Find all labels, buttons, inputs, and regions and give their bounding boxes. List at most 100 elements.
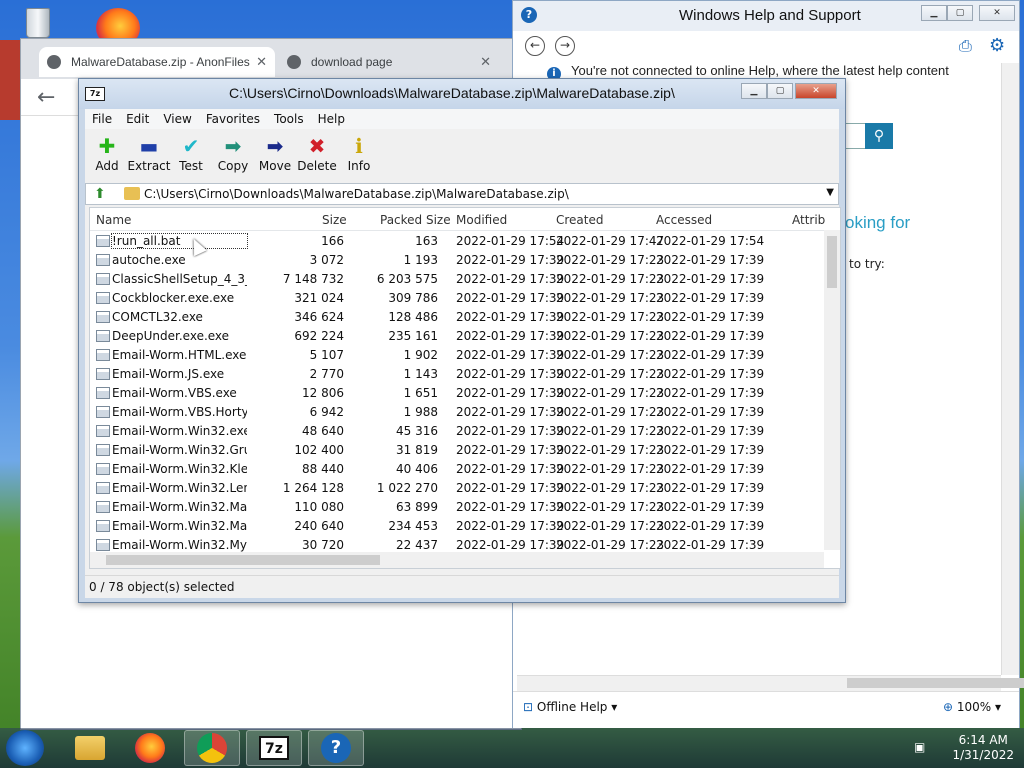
firefox-icon[interactable] xyxy=(122,730,178,766)
col-packed-size[interactable]: Packed Size xyxy=(380,213,451,227)
7zip-icon[interactable]: 7z xyxy=(246,730,302,766)
file-modified: 2022-01-29 17:39 xyxy=(456,329,565,343)
table-row[interactable]: COMCTL32.exe 346 624 128 486 2022-01-29 17:… xyxy=(90,308,830,327)
help-logo-icon: ? xyxy=(521,7,537,23)
file-icon xyxy=(96,292,110,304)
menu-help[interactable]: Help xyxy=(311,112,352,126)
copy-button[interactable]: ➡ Copy xyxy=(211,133,255,179)
address-bar[interactable]: ⬆ C:\Users\Cirno\Downloads\MalwareDataba… xyxy=(85,183,839,205)
add-button[interactable]: ✚ Add xyxy=(85,133,129,179)
maximize-button[interactable]: ▢ xyxy=(947,5,973,21)
menu-tools[interactable]: Tools xyxy=(267,112,311,126)
file-name: Email-Worm.Win32.Myl... xyxy=(112,538,247,552)
search-icon[interactable]: ⚲ xyxy=(865,123,893,149)
close-tab-icon[interactable]: ✕ xyxy=(480,54,491,70)
table-row[interactable]: Email-Worm.JS.exe 2 770 1 143 2022-01-29 17… xyxy=(90,365,830,384)
table-row[interactable]: Email-Worm.Win32.Len... 1 264 128 1 022 27… xyxy=(90,479,830,498)
back-arrow-icon[interactable]: ← xyxy=(37,85,55,110)
horizontal-scrollbar[interactable] xyxy=(90,552,824,568)
table-row[interactable]: Email-Worm.Win32.Ma... 110 080 63 899 2022-… xyxy=(90,498,830,517)
table-row[interactable]: Email-Worm.VBS.Horty.... 6 942 1 988 2022-0… xyxy=(90,403,830,422)
file-packed-size: 31 819 xyxy=(396,443,438,457)
close-tab-icon[interactable]: ✕ xyxy=(256,54,267,70)
zoom-level: 100% xyxy=(956,700,992,714)
col-name[interactable]: Name xyxy=(96,213,131,227)
offline-help-label: Offline Help xyxy=(536,700,608,714)
explorer-icon[interactable] xyxy=(62,730,118,766)
maximize-button[interactable]: ▢ xyxy=(767,83,793,99)
table-row[interactable]: Email-Worm.Win32.Gru... 102 400 31 819 2022… xyxy=(90,441,830,460)
search-input[interactable] xyxy=(843,123,866,149)
test-button[interactable]: ✔ Test xyxy=(169,133,213,179)
table-row[interactable]: Email-Worm.VBS.exe 12 806 1 651 2022-01-29 … xyxy=(90,384,830,403)
file-created: 2022-01-29 17:23 xyxy=(556,291,665,305)
close-button[interactable]: ✕ xyxy=(979,5,1015,21)
help-statusbar: ⊡ Offline Help ▾ ⊕ 100% ▾ xyxy=(513,691,1019,728)
move-button[interactable]: ➡ Move xyxy=(253,133,297,179)
scroll-thumb[interactable] xyxy=(847,678,1024,688)
file-icon xyxy=(96,520,110,532)
scroll-thumb[interactable] xyxy=(106,555,380,565)
forward-icon[interactable]: → xyxy=(555,36,575,56)
file-accessed: 2022-01-29 17:39 xyxy=(656,310,765,324)
table-row[interactable]: ClassicShellSetup_4_3_0.... 7 148 732 6 20… xyxy=(90,270,830,289)
table-row[interactable]: Email-Worm.Win32.Ma... 240 640 234 453 2022… xyxy=(90,517,830,536)
help-globe-icon: ⊡ xyxy=(523,700,537,714)
gear-icon[interactable]: ⚙ xyxy=(989,35,1005,56)
col-created[interactable]: Created xyxy=(556,213,604,227)
menu-favorites[interactable]: Favorites xyxy=(199,112,267,126)
offline-help-dropdown[interactable]: ⊡ Offline Help ▾ xyxy=(523,700,617,714)
menu-view[interactable]: View xyxy=(156,112,198,126)
help-icon[interactable]: ? xyxy=(308,730,364,766)
back-icon[interactable]: ← xyxy=(525,36,545,56)
clock[interactable]: 6:14 AM 1/31/2022 xyxy=(952,733,1014,763)
file-created: 2022-01-29 17:23 xyxy=(556,538,665,552)
col-modified[interactable]: Modified xyxy=(456,213,507,227)
minimize-button[interactable]: ▁ xyxy=(921,5,947,21)
tab-anonfiles[interactable]: MalwareDatabase.zip - AnonFiles ✕ xyxy=(39,47,275,77)
file-created: 2022-01-29 17:23 xyxy=(556,519,665,533)
table-row[interactable]: Email-Worm.Win32.exe 48 640 45 316 2022-01-… xyxy=(90,422,830,441)
chrome-icon[interactable] xyxy=(184,730,240,766)
vertical-scrollbar[interactable] xyxy=(1001,63,1019,675)
extract-button[interactable]: ▬ Extract xyxy=(127,133,171,179)
table-row[interactable]: Cockblocker.exe.exe 321 024 309 786 2022-01… xyxy=(90,289,830,308)
zoom-control[interactable]: ⊕ 100% ▾ xyxy=(943,700,1001,714)
file-size: 240 640 xyxy=(294,519,344,533)
print-icon[interactable]: ⎙ xyxy=(959,36,972,56)
minimize-button[interactable]: ▁ xyxy=(741,83,767,99)
chevron-down-icon[interactable]: ▼ xyxy=(826,187,834,198)
vertical-scrollbar[interactable] xyxy=(824,230,840,550)
file-icon xyxy=(96,368,110,380)
7zip-client: File Edit View Favorites Tools Help ✚ Add… xyxy=(85,109,841,598)
start-button[interactable] xyxy=(6,730,44,766)
horizontal-scrollbar[interactable] xyxy=(517,675,1024,692)
address-path[interactable]: C:\Users\Cirno\Downloads\MalwareDatabase… xyxy=(144,187,569,201)
table-row[interactable]: autoche.exe 3 072 1 193 2022-01-29 17:39 202… xyxy=(90,251,830,270)
network-icon[interactable]: ▣ xyxy=(914,740,925,754)
scroll-thumb[interactable] xyxy=(827,236,837,288)
file-name: Email-Worm.Win32.Klez... xyxy=(112,462,247,476)
menu-file[interactable]: File xyxy=(85,112,119,126)
col-size[interactable]: Size xyxy=(322,213,347,227)
file-modified: 2022-01-29 17:39 xyxy=(456,348,565,362)
col-accessed[interactable]: Accessed xyxy=(656,213,712,227)
recycle-bin-icon[interactable] xyxy=(20,4,54,40)
delete-button[interactable]: ✖ Delete xyxy=(295,133,339,179)
up-folder-icon[interactable]: ⬆ xyxy=(94,186,110,202)
file-icon xyxy=(96,406,110,418)
file-packed-size: 1 143 xyxy=(403,367,438,381)
close-button[interactable]: ✕ xyxy=(795,83,837,99)
file-size: 102 400 xyxy=(294,443,344,457)
info-button[interactable]: ℹ Info xyxy=(337,133,381,179)
file-packed-size: 1 022 270 xyxy=(376,481,438,495)
table-row[interactable]: Email-Worm.HTML.exe 5 107 1 902 2022-01-29 … xyxy=(90,346,830,365)
col-attrib[interactable]: Attrib xyxy=(792,213,825,227)
table-row[interactable]: DeepUnder.exe.exe 692 224 235 161 2022-01-2… xyxy=(90,327,830,346)
file-modified: 2022-01-29 17:54 xyxy=(456,234,565,248)
table-row[interactable]: Email-Worm.Win32.Klez... 88 440 40 406 2022… xyxy=(90,460,830,479)
menu-edit[interactable]: Edit xyxy=(119,112,156,126)
selection-status: 0 / 78 object(s) selected xyxy=(89,580,235,594)
file-created: 2022-01-29 17:23 xyxy=(556,405,665,419)
tab-download-page[interactable]: download page ✕ xyxy=(279,47,499,77)
